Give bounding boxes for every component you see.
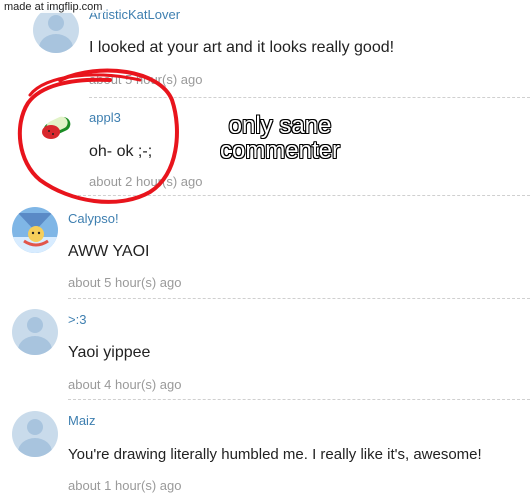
comment-text: You're drawing literally humbled me. I r…	[68, 446, 482, 463]
comment-username[interactable]: Calypso!	[68, 211, 119, 226]
watermelon-avatar[interactable]	[33, 104, 79, 150]
comment-text: oh- ok ;-;	[89, 143, 153, 160]
comment-timestamp: about 2 hour(s) ago	[89, 174, 203, 189]
comment-text: AWW YAOI	[68, 243, 150, 260]
imgflip-watermark: made at imgflip.com	[2, 1, 105, 13]
comment-timestamp: about 1 hour(s) ago	[68, 478, 182, 493]
default-avatar[interactable]	[33, 7, 79, 53]
comment-username[interactable]: Maiz	[68, 413, 95, 428]
comment-timestamp: about 5 hour(s) ago	[89, 72, 203, 87]
meme-caption: only sane commenter	[205, 113, 355, 163]
comment-username[interactable]: appl3	[89, 110, 121, 125]
comment-username[interactable]: >:3	[68, 312, 86, 327]
comment-divider	[68, 195, 530, 196]
anime-avatar[interactable]	[12, 207, 58, 253]
comment-divider	[68, 298, 530, 299]
comment-timestamp: about 4 hour(s) ago	[68, 377, 182, 392]
meme-caption-line: only sane	[228, 112, 332, 139]
comment-text: Yaoi yippee	[68, 344, 151, 361]
comment-timestamp: about 5 hour(s) ago	[68, 275, 182, 290]
comment-divider	[89, 97, 530, 98]
default-avatar[interactable]	[12, 309, 58, 355]
comment-text: I looked at your art and it looks really…	[89, 39, 395, 56]
meme-caption-line: commenter	[219, 137, 341, 164]
default-avatar[interactable]	[12, 411, 58, 457]
comment-divider	[68, 399, 530, 400]
